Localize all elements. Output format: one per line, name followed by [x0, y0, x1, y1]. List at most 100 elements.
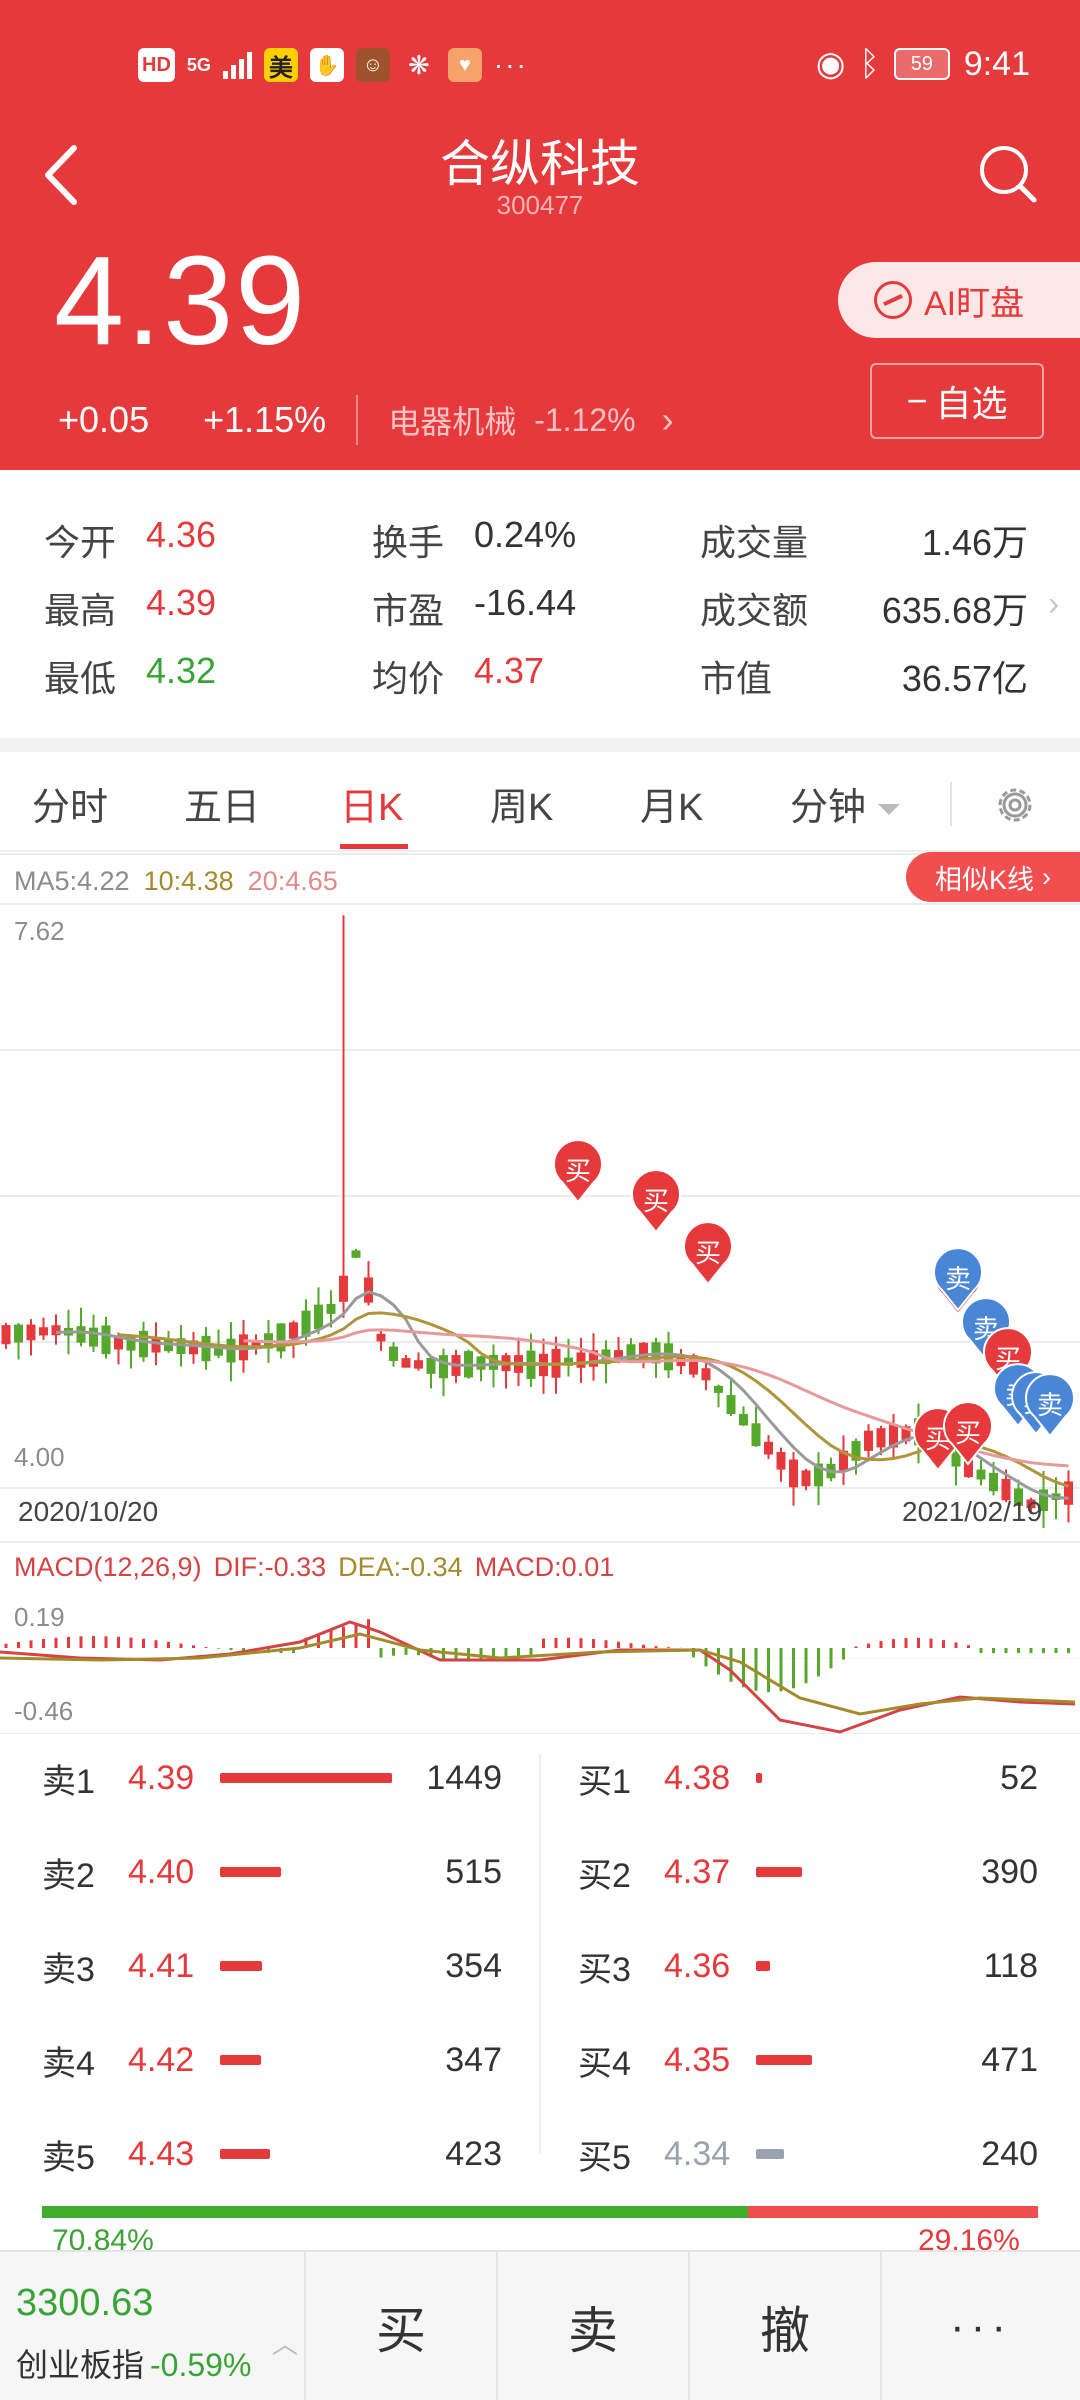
stat-label: 成交额 — [700, 590, 809, 631]
tab-minute[interactable]: 分钟 — [790, 776, 901, 831]
sell-level-volume: 423 — [445, 2134, 502, 2173]
candle-body — [1, 1325, 11, 1345]
buy-level-price: 4.38 — [664, 1758, 731, 1797]
chevron-right-icon: › — [1048, 585, 1060, 623]
candle-body — [201, 1335, 211, 1362]
ai-watch-button[interactable]: AI盯盘 — [838, 262, 1080, 338]
index-value: 3300.63 — [16, 2282, 154, 2324]
candle-body — [576, 1352, 586, 1368]
sell-volume-bar — [220, 2055, 261, 2065]
candle-body — [801, 1470, 811, 1487]
sell-level-row: 卖2 4.40 515 — [42, 1842, 512, 1902]
tab-weekly-k[interactable]: 周K — [490, 776, 553, 831]
stat-item: 最高 4.39 — [44, 582, 216, 634]
battery-icon: 59 — [893, 48, 950, 80]
sell-level-row: 卖1 4.39 1449 — [42, 1748, 512, 1808]
eye-icon: ◉ — [815, 45, 846, 83]
candle-body — [739, 1413, 748, 1426]
candle-body — [326, 1303, 336, 1314]
stock-name: 合纵科技 — [440, 136, 640, 192]
buy-level-label: 买5 — [578, 2138, 631, 2177]
tab-monthly-k[interactable]: 月K — [640, 776, 703, 831]
chart-tabs: 分时 五日 日K 周K 月K 分钟 — [0, 752, 1080, 852]
current-price: 4.39 — [54, 230, 308, 371]
chevron-up-icon: ︿ — [272, 2329, 299, 2359]
candle-body — [401, 1358, 411, 1368]
search-icon[interactable] — [976, 142, 1040, 206]
health-app-icon: ♥ — [447, 48, 482, 82]
buy-level-label: 买3 — [578, 1950, 631, 1989]
candle-body — [714, 1385, 723, 1393]
buy-marker-label: 买 — [955, 1419, 981, 1449]
sell-volume-bar — [220, 1867, 281, 1877]
buy-marker-label: 买 — [695, 1239, 721, 1269]
candle-body — [976, 1469, 986, 1480]
sell-level-price: 4.43 — [128, 2134, 195, 2173]
index-name-row: 创业板指 -0.59% — [16, 2340, 251, 2386]
sell-level-label: 卖1 — [42, 1762, 95, 1801]
buy-volume-bar — [756, 2055, 812, 2065]
sell-level-row: 卖5 4.43 423 — [42, 2124, 512, 2184]
dropdown-caret-icon — [878, 804, 901, 816]
buy-level-volume: 52 — [1000, 1758, 1038, 1797]
stat-value: 635.68万 — [881, 590, 1028, 631]
buy-level-row: 买3 4.36 118 — [578, 1936, 1048, 1996]
stat-label: 最高 — [44, 590, 117, 631]
candle-body — [701, 1368, 711, 1381]
buy-level-price: 4.35 — [664, 2040, 731, 2079]
stat-item: 成交量 1.46万 — [700, 514, 1028, 566]
active-tab-indicator — [340, 844, 408, 849]
tab-intraday[interactable]: 分时 — [32, 776, 108, 831]
outer-ratio-fill — [42, 2206, 748, 2218]
status-bar: HD 5G 美 ✋ ☺ ❋ ♥ ··· ◉ ᛒ 59 9:41 — [0, 40, 1080, 90]
more-button[interactable]: ··· — [882, 2252, 1080, 2400]
sell-volume-bar — [220, 1961, 262, 1971]
add-watchlist-button[interactable]: − 自选 — [870, 363, 1044, 439]
index-ticker[interactable]: 3300.63 创业板指 -0.59% ︿ — [0, 2252, 306, 2400]
stat-value: 4.39 — [146, 582, 217, 623]
candle-body — [364, 1277, 373, 1303]
stock-header: HD 5G 美 ✋ ☺ ❋ ♥ ··· ◉ ᛒ 59 9:41 合纵科技 300… — [0, 0, 1080, 470]
stat-item: 均价 4.37 — [372, 650, 544, 702]
sell-button[interactable]: 卖 — [498, 2252, 690, 2400]
sell-level-volume: 354 — [445, 1946, 502, 1985]
macd-title: MACD(12,26,9) — [14, 1552, 202, 1582]
sell-level-label: 卖4 — [42, 2044, 95, 2083]
buy-level-price: 4.37 — [664, 1852, 731, 1891]
candle-body — [89, 1327, 98, 1347]
buy-level-row: 买5 4.34 240 — [578, 2124, 1048, 2184]
candle-body — [789, 1459, 798, 1488]
candle-body — [764, 1441, 773, 1455]
similar-kline-button[interactable]: 相似K线 › — [906, 852, 1080, 902]
cancel-order-button[interactable]: 撤 — [690, 2252, 882, 2400]
sell-level-volume: 515 — [445, 1852, 502, 1891]
date-start: 2020/10/20 — [18, 1496, 159, 1527]
tab-daily-k[interactable]: 日K — [340, 776, 403, 831]
sell-level-volume: 347 — [445, 2040, 502, 2079]
stat-item: 换手 0.24% — [372, 514, 576, 566]
candle-body — [139, 1330, 148, 1358]
candle-body — [389, 1346, 398, 1362]
buy-volume-bar — [756, 1773, 762, 1783]
sector-link[interactable]: 电器机械 -1.12% › — [388, 397, 673, 443]
buy-volume-bar — [756, 1961, 770, 1971]
stats-panel[interactable]: 今开 4.36 换手 0.24% 成交量 1.46万 最高 4.39 市盈 -16.44 成交额 63… — [0, 470, 1080, 738]
tab-five-day[interactable]: 五日 — [184, 776, 260, 831]
stat-item: 今开 4.36 — [44, 514, 216, 566]
kline-chart[interactable]: 买买买买买卖卖买卖卖卖买 MA5:4.22 10:4.38 20:4.65 相似… — [0, 852, 1080, 1734]
buy-level-volume: 471 — [981, 2040, 1038, 2079]
ma10-label: 10:4.38 — [143, 866, 234, 896]
hd-icon: HD — [138, 48, 175, 82]
sell-level-price: 4.42 — [128, 2040, 195, 2079]
tab-minute-label: 分钟 — [790, 787, 867, 829]
candle-body — [864, 1430, 873, 1451]
gear-icon[interactable] — [992, 782, 1038, 828]
sell-marker-label: 卖 — [945, 1265, 971, 1295]
dea-line — [0, 1632, 1076, 1716]
stat-label: 最低 — [44, 658, 117, 699]
sell-level-label: 卖3 — [42, 1950, 95, 1989]
buy-button[interactable]: 买 — [306, 2252, 498, 2400]
network-5g-icon: 5G — [186, 54, 211, 75]
sell-marker-label: 卖 — [1037, 1391, 1063, 1421]
buy-level-volume: 390 — [981, 1852, 1038, 1891]
